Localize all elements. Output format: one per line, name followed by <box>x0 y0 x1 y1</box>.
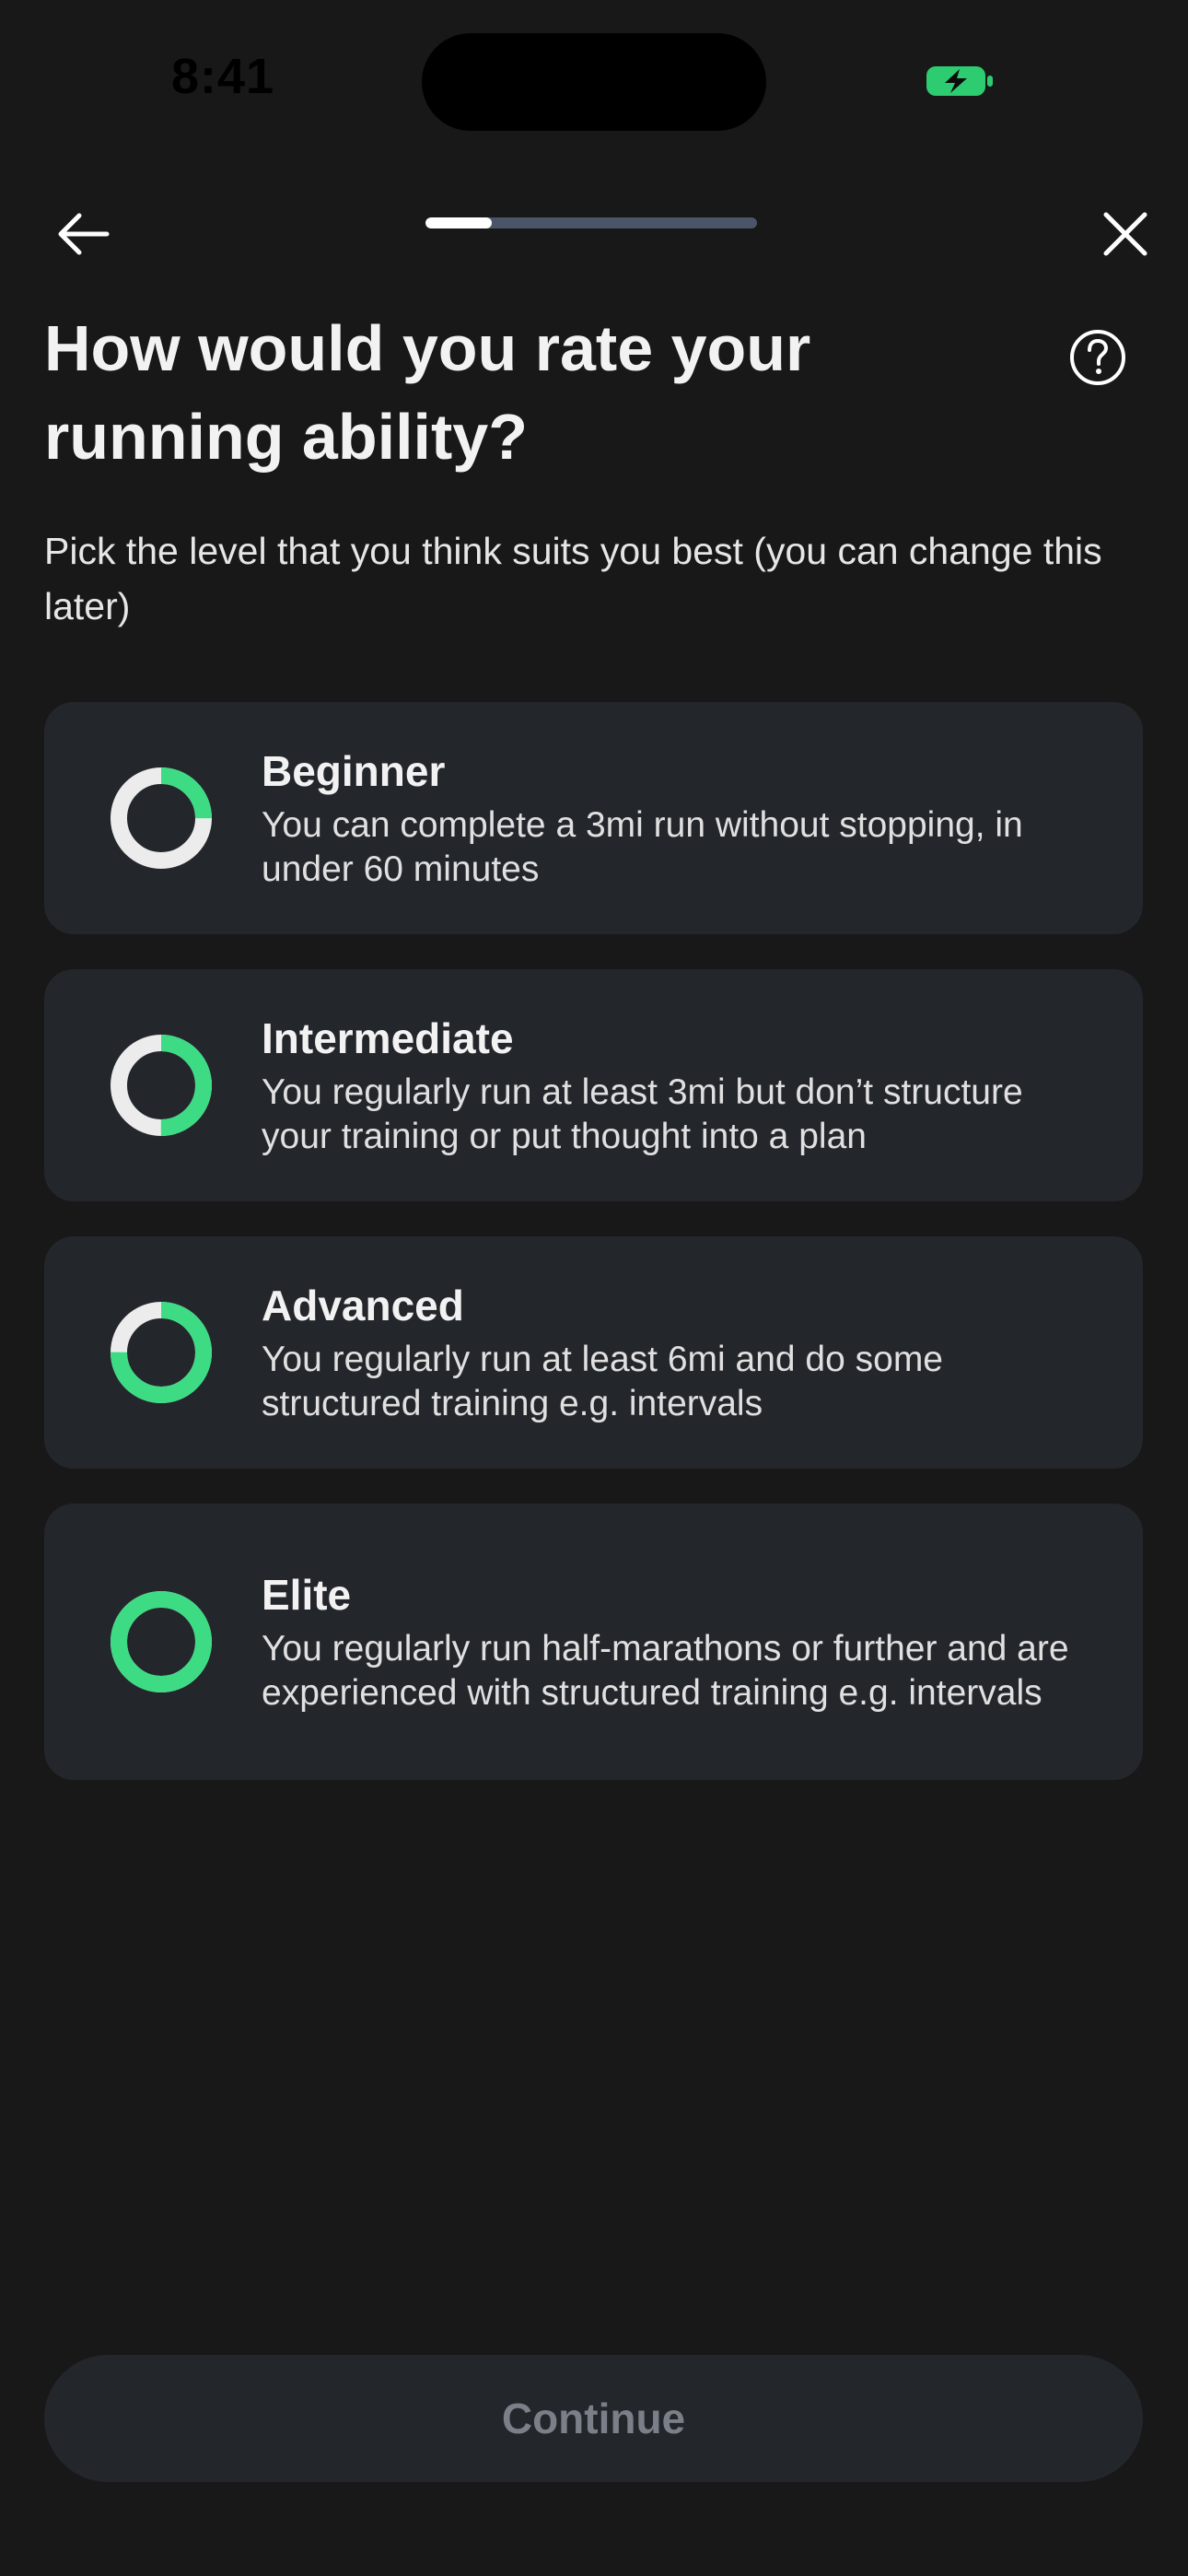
level-ring-icon <box>111 1591 212 1692</box>
level-ring-icon <box>111 767 212 869</box>
option-description: You can complete a 3mi run without stopp… <box>262 805 1023 889</box>
option-card-elite[interactable]: Elite You regularly run half-marathons o… <box>44 1504 1143 1780</box>
option-title: Beginner <box>262 747 446 795</box>
option-card-advanced[interactable]: Advanced You regularly run at least 6mi … <box>44 1236 1143 1469</box>
option-title: Elite <box>262 1571 352 1619</box>
level-ring-icon <box>111 1302 212 1403</box>
arrow-left-icon <box>58 213 110 255</box>
help-button[interactable] <box>1068 328 1127 387</box>
option-title: Intermediate <box>262 1014 514 1062</box>
status-time: 8:41 <box>171 49 275 104</box>
status-bar: 8:41 <box>0 0 1188 157</box>
progress-fill <box>425 217 492 228</box>
page-subtitle: Pick the level that you think suits you … <box>44 530 1102 627</box>
option-description: You regularly run at least 6mi and do so… <box>262 1340 943 1423</box>
nav-bar <box>0 184 1188 267</box>
page-title: How would you rate your running ability? <box>44 312 811 473</box>
ring-level-arc <box>111 1591 212 1692</box>
level-ring-icon <box>111 1035 212 1136</box>
option-description: You regularly run half-marathons or furt… <box>262 1629 1069 1713</box>
option-card-intermediate[interactable]: Intermediate You regularly run at least … <box>44 969 1143 1201</box>
option-description: You regularly run at least 3mi but don’t… <box>262 1072 1023 1156</box>
close-button[interactable] <box>1087 195 1164 273</box>
question-circle-icon <box>1070 330 1125 385</box>
option-title: Advanced <box>262 1282 464 1329</box>
dynamic-island <box>422 33 766 131</box>
progress-bar <box>425 217 757 228</box>
close-icon <box>1103 212 1147 256</box>
back-button[interactable] <box>44 195 122 273</box>
battery-charging-icon <box>925 64 995 98</box>
option-card-beginner[interactable]: Beginner You can complete a 3mi run with… <box>44 702 1143 934</box>
continue-button[interactable]: Continue <box>44 2355 1143 2482</box>
level-options: Beginner You can complete a 3mi run with… <box>44 702 1143 1815</box>
